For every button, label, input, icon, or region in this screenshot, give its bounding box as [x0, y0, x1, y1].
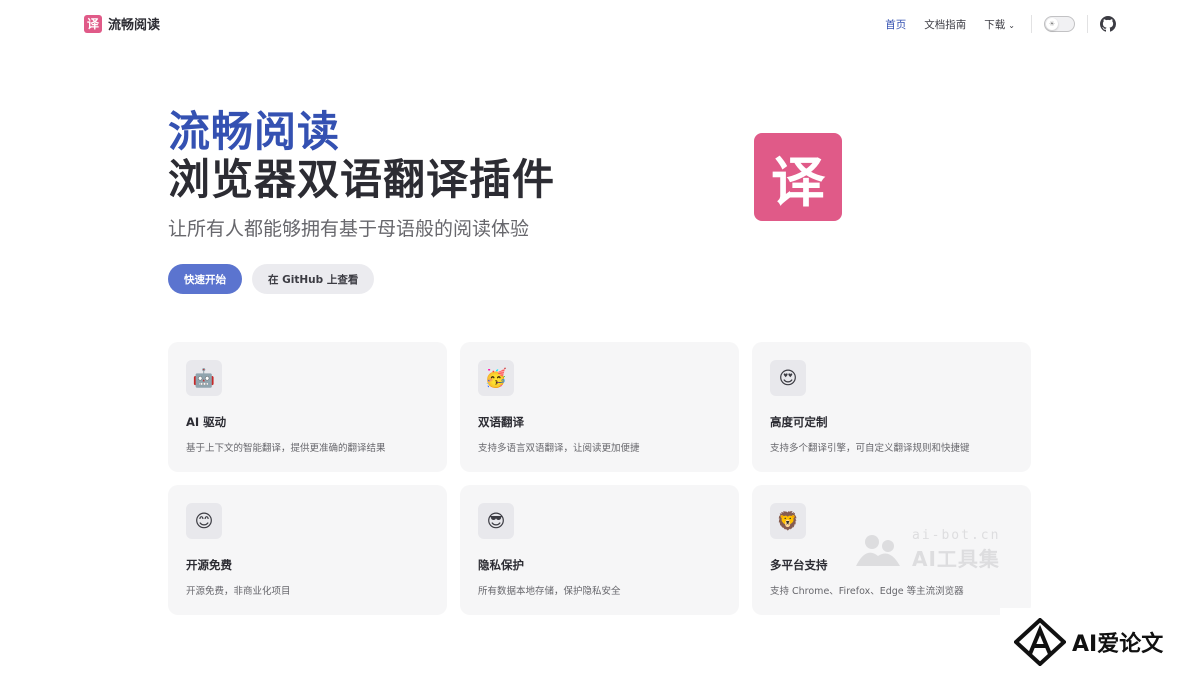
nav-link-docs[interactable]: 文档指南	[924, 17, 966, 32]
feature-card-privacy: 😎 隐私保护 所有数据本地存储，保护隐私安全	[460, 485, 739, 615]
feature-title: AI 驱动	[186, 415, 227, 429]
ai-bot-url: ai-bot.cn	[912, 528, 1001, 543]
hero-tagline: 让所有人都能够拥有基于母语般的阅读体验	[168, 218, 530, 240]
hero-logo: 译	[754, 133, 842, 221]
smile-icon: 😊	[186, 503, 222, 539]
nav-link-download-label: 下载	[984, 18, 1006, 31]
get-started-button[interactable]: 快速开始	[168, 264, 242, 294]
github-icon[interactable]	[1100, 16, 1116, 32]
feature-details: 开源免费，非商业化项目	[186, 586, 291, 597]
top-nav: 译 流畅阅读 首页 文档指南 下载 ⌄ ☀	[0, 0, 1200, 46]
feature-title: 双语翻译	[478, 415, 524, 429]
feature-title: 开源免费	[186, 558, 232, 572]
hero-name: 流畅阅读	[168, 107, 341, 156]
feature-card-bilingual: 🥳 双语翻译 支持多语言双语翻译，让阅读更加便捷	[460, 342, 739, 472]
nav-links: 首页 文档指南 下载 ⌄ ☀	[867, 13, 1116, 35]
ai-bot-logo-icon	[856, 535, 900, 566]
sunglasses-icon: 😎	[478, 503, 514, 539]
heart-eyes-icon: 😍	[770, 360, 806, 396]
chevron-down-icon: ⌄	[1008, 20, 1015, 30]
hero-actions: 快速开始 在 GitHub 上查看	[168, 264, 375, 294]
view-on-github-button[interactable]: 在 GitHub 上查看	[252, 264, 375, 294]
feature-card-ai: 🤖 AI 驱动 基于上下文的智能翻译，提供更准确的翻译结果	[168, 342, 447, 472]
feature-details: 支持多语言双语翻译，让阅读更加便捷	[478, 443, 640, 454]
ai-lunwen-watermark: AI爱论文	[1000, 608, 1200, 675]
nav-link-download[interactable]: 下载 ⌄	[984, 17, 1015, 32]
features-grid: 🤖 AI 驱动 基于上下文的智能翻译，提供更准确的翻译结果 🥳 双语翻译 支持多…	[168, 342, 1032, 615]
brand-logo: 译	[84, 14, 102, 33]
feature-details: 支持多个翻译引擎，可自定义翻译规则和快捷键	[770, 443, 970, 454]
feature-details: 基于上下文的智能翻译，提供更准确的翻译结果	[186, 443, 386, 454]
ai-lunwen-logo-icon	[1014, 617, 1066, 666]
theme-toggle[interactable]: ☀	[1044, 16, 1075, 32]
party-face-icon: 🥳	[478, 360, 514, 396]
lion-icon: 🦁	[770, 503, 806, 539]
nav-divider	[1087, 15, 1088, 33]
feature-card-customizable: 😍 高度可定制 支持多个翻译引擎，可自定义翻译规则和快捷键	[752, 342, 1031, 472]
hero-title: 流畅阅读 浏览器双语翻译插件	[168, 108, 555, 204]
nav-divider	[1031, 15, 1032, 33]
ai-bot-watermark: ai-bot.cn AI工具集	[852, 528, 1000, 572]
sun-icon: ☀	[1046, 18, 1058, 30]
hero-text: 浏览器双语翻译插件	[168, 155, 556, 204]
brand-link[interactable]: 译 流畅阅读	[84, 14, 160, 33]
feature-title: 高度可定制	[770, 415, 828, 429]
ai-lunwen-name: AI爱论文	[1072, 631, 1164, 657]
feature-card-open-source: 😊 开源免费 开源免费，非商业化项目	[168, 485, 447, 615]
feature-title: 隐私保护	[478, 558, 524, 572]
feature-details: 支持 Chrome、Firefox、Edge 等主流浏览器	[770, 586, 964, 597]
brand-name: 流畅阅读	[108, 18, 161, 33]
feature-details: 所有数据本地存储，保护隐私安全	[478, 586, 621, 597]
robot-icon: 🤖	[186, 360, 222, 396]
ai-bot-name: AI工具集	[912, 547, 1000, 571]
nav-link-home[interactable]: 首页	[885, 17, 906, 32]
